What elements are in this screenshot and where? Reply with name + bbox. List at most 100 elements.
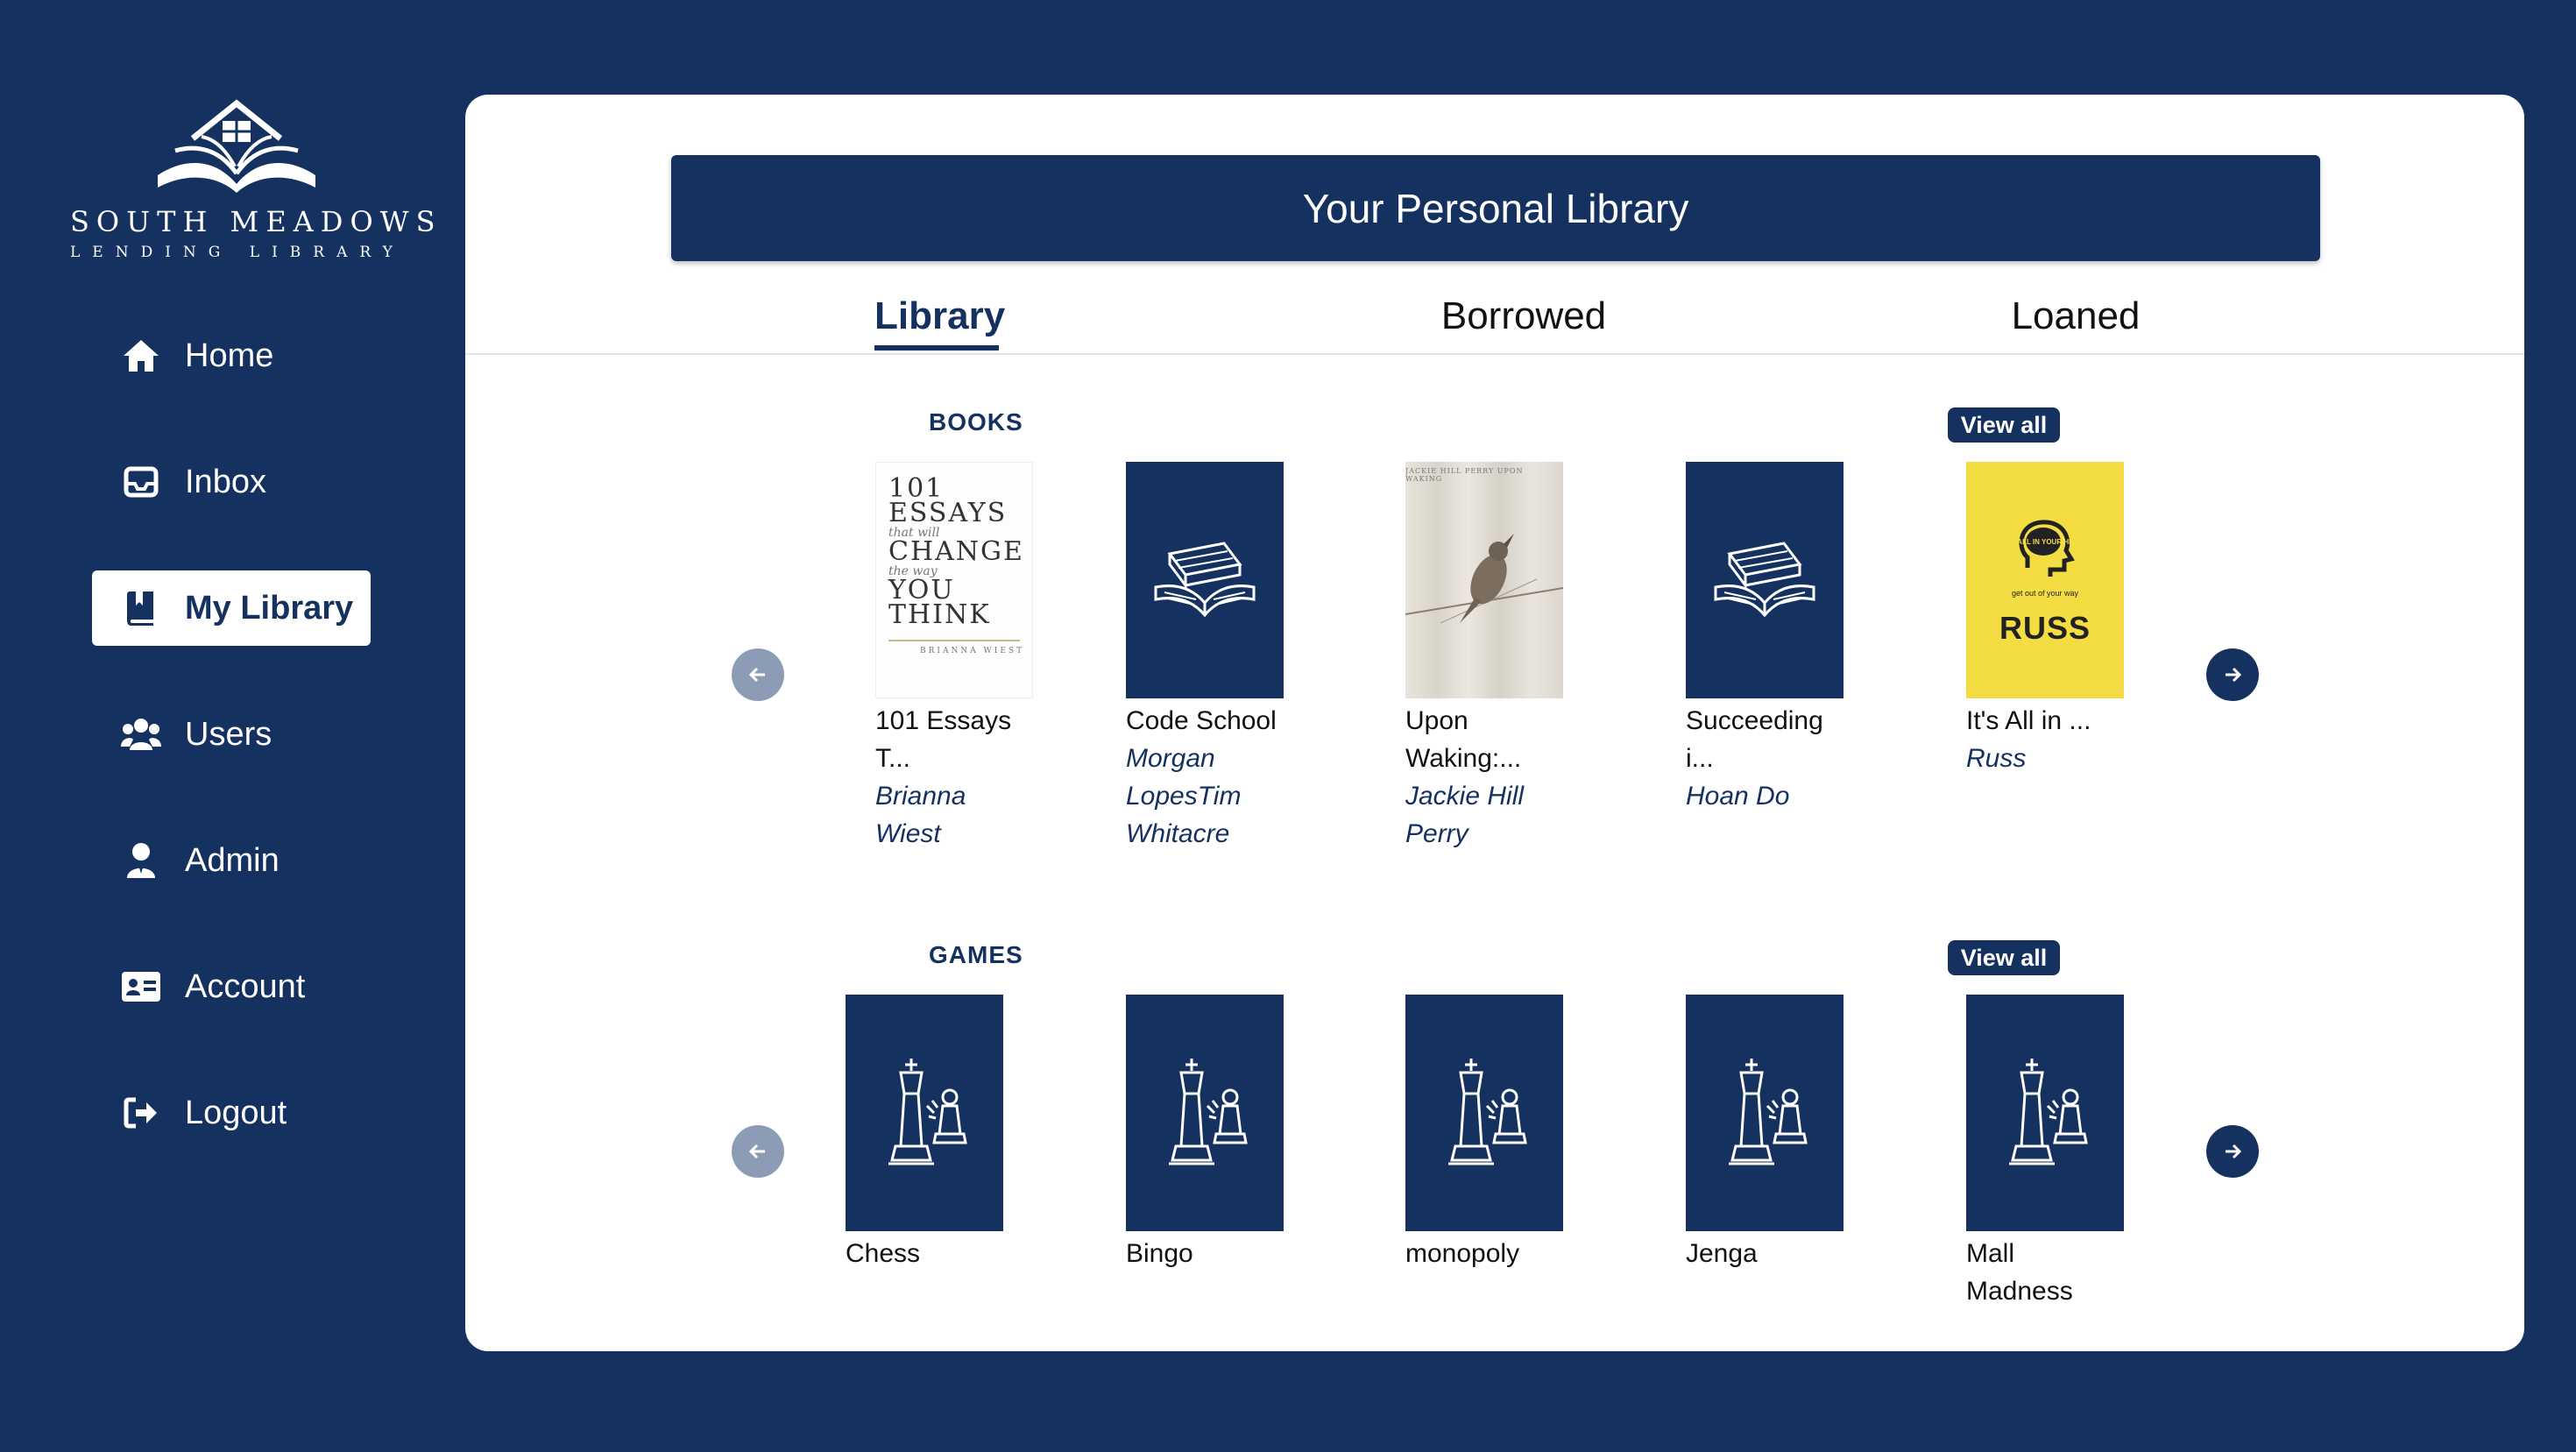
- book-author: Brianna Wiest: [875, 777, 1033, 853]
- nav-item-users[interactable]: Users: [92, 697, 371, 772]
- books-next-button[interactable]: [2206, 648, 2259, 701]
- placeholder-book-icon: [1126, 462, 1284, 698]
- book-title: Succeeding i...: [1686, 702, 1844, 777]
- users-icon: [120, 713, 162, 755]
- books-prev-button[interactable]: [732, 648, 784, 701]
- tab-borrowed[interactable]: Borrowed: [1392, 294, 1655, 338]
- book-title-line: Waking:...: [1405, 744, 1522, 773]
- game-title: Mall Madness: [1966, 1235, 2124, 1310]
- nav-item-logout[interactable]: Logout: [92, 1075, 371, 1151]
- cover-text: THINK: [888, 599, 991, 630]
- nav-item-label: Account: [185, 967, 306, 1005]
- book-title-line: Succeeding: [1686, 706, 1823, 735]
- home-icon: [120, 335, 162, 377]
- library-panel: Your Personal Library Library Borrowed L…: [465, 95, 2524, 1351]
- sidebar: SOUTH MEADOWS LENDING LIBRARY Home Inbox…: [0, 0, 464, 1452]
- book-author-line: Whitacre: [1126, 819, 1230, 848]
- cover-text: ESSAYS: [888, 498, 1008, 528]
- book-author-line: Russ: [1966, 744, 2027, 773]
- cover-text: CHANGE: [888, 536, 1024, 567]
- book-title-line: T...: [875, 744, 911, 773]
- essays-cover: 101 ESSAYS that will CHANGE the way YOU …: [875, 462, 1033, 698]
- nav-item-inbox[interactable]: Inbox: [92, 444, 371, 520]
- arrow-right-icon: [2226, 1144, 2242, 1159]
- chess-pieces-icon: [1966, 995, 2124, 1231]
- book-card[interactable]: JACKIE HILL PERRY UPON WAKING Upon Wakin…: [1405, 462, 1563, 853]
- nav-item-my-library[interactable]: My Library: [92, 570, 371, 646]
- games-prev-button[interactable]: [732, 1125, 784, 1178]
- active-tab-indicator: [874, 345, 999, 351]
- chess-pieces-icon: [846, 995, 1003, 1231]
- arrow-left-icon: [748, 1144, 765, 1159]
- nav-item-home[interactable]: Home: [92, 318, 371, 393]
- book-title-line: i...: [1686, 744, 1714, 773]
- inbox-icon: [120, 461, 162, 503]
- games-view-all-button[interactable]: View all: [1948, 940, 2060, 975]
- russ-cover: IT'S ALL IN YOUR HEAD get out of your wa…: [1966, 462, 2124, 698]
- games-next-button[interactable]: [2206, 1125, 2259, 1178]
- book-card[interactable]: Code School Morgan LopesTim Whitacre: [1126, 462, 1284, 853]
- nav-item-label: Admin: [185, 841, 280, 879]
- nav-item-label: Logout: [185, 1094, 287, 1131]
- game-card[interactable]: Chess: [846, 995, 1003, 1272]
- chess-pieces-icon: [1405, 995, 1563, 1231]
- book-title: Upon Waking:...: [1405, 702, 1563, 777]
- cover-text: get out of your way: [2011, 589, 2079, 598]
- book-title: 101 Essays T...: [875, 702, 1033, 777]
- book-title-line: Upon: [1405, 706, 1468, 735]
- placeholder-book-icon: [1686, 462, 1844, 698]
- book-card[interactable]: Succeeding i... Hoan Do: [1686, 462, 1844, 815]
- cover-text: IT'S ALL IN YOUR HEAD: [2010, 538, 2080, 546]
- game-card[interactable]: Bingo: [1126, 995, 1284, 1272]
- brand-name: SOUTH MEADOWS: [70, 205, 442, 238]
- arrow-left-icon: [748, 667, 765, 683]
- page-title: Your Personal Library: [671, 155, 2320, 261]
- book-title-line: Code School: [1126, 706, 1277, 735]
- nav-item-account[interactable]: Account: [92, 949, 371, 1024]
- game-title-line: Bingo: [1126, 1239, 1193, 1268]
- tabs-divider: [465, 353, 2524, 355]
- cover-text: BRIANNA WIEST: [920, 647, 1025, 655]
- book-author-line: Jackie Hill: [1405, 782, 1525, 811]
- game-title-line: Madness: [1966, 1277, 2073, 1306]
- game-title-line: Jenga: [1686, 1239, 1758, 1268]
- tab-loaned[interactable]: Loaned: [1953, 294, 2198, 338]
- game-title-line: monopoly: [1405, 1239, 1520, 1268]
- cover-rule: [888, 640, 1020, 641]
- book-author: Hoan Do: [1686, 777, 1844, 815]
- house-book-icon: [158, 99, 315, 193]
- book-author-line: Brianna: [875, 782, 966, 811]
- brand-logo[interactable]: SOUTH MEADOWS LENDING LIBRARY: [70, 96, 442, 272]
- cover-text: JACKIE HILL PERRY UPON WAKING: [1405, 467, 1524, 483]
- game-title: Jenga: [1686, 1235, 1844, 1272]
- book-title: It's All in ...: [1966, 702, 2124, 740]
- book-title-line: 101 Essays: [875, 706, 1012, 735]
- chess-pieces-icon: [1686, 995, 1844, 1231]
- books-view-all-button[interactable]: View all: [1948, 407, 2060, 443]
- nav-item-admin[interactable]: Admin: [92, 823, 371, 898]
- head-icon: IT'S ALL IN YOUR HEAD: [2010, 520, 2080, 577]
- id-card-icon: [120, 966, 162, 1008]
- book-author: Jackie Hill Perry: [1405, 777, 1563, 853]
- bird-cover: JACKIE HILL PERRY UPON WAKING: [1405, 462, 1563, 698]
- book-card[interactable]: 101 ESSAYS that will CHANGE the way YOU …: [875, 462, 1033, 853]
- book-author: Morgan LopesTim Whitacre: [1126, 740, 1284, 853]
- tab-library[interactable]: Library: [874, 294, 1005, 338]
- game-title: Bingo: [1126, 1235, 1284, 1272]
- book-author-line: LopesTim: [1126, 782, 1242, 811]
- game-card[interactable]: Mall Madness: [1966, 995, 2124, 1310]
- books-section-label: BOOKS: [929, 408, 1023, 436]
- book-card[interactable]: IT'S ALL IN YOUR HEAD get out of your wa…: [1966, 462, 2124, 777]
- logout-icon: [120, 1092, 162, 1134]
- admin-icon: [120, 839, 162, 882]
- book-author-line: Hoan Do: [1686, 782, 1790, 811]
- games-section-label: GAMES: [929, 941, 1023, 968]
- nav-item-label: Home: [185, 336, 274, 374]
- game-title: monopoly: [1405, 1235, 1563, 1272]
- game-title-line: Chess: [846, 1239, 921, 1268]
- nav-item-label: Inbox: [185, 463, 266, 500]
- game-card[interactable]: Jenga: [1686, 995, 1844, 1272]
- book-icon: [120, 587, 162, 629]
- book-title-line: It's All in ...: [1966, 706, 2091, 735]
- game-card[interactable]: monopoly: [1405, 995, 1563, 1272]
